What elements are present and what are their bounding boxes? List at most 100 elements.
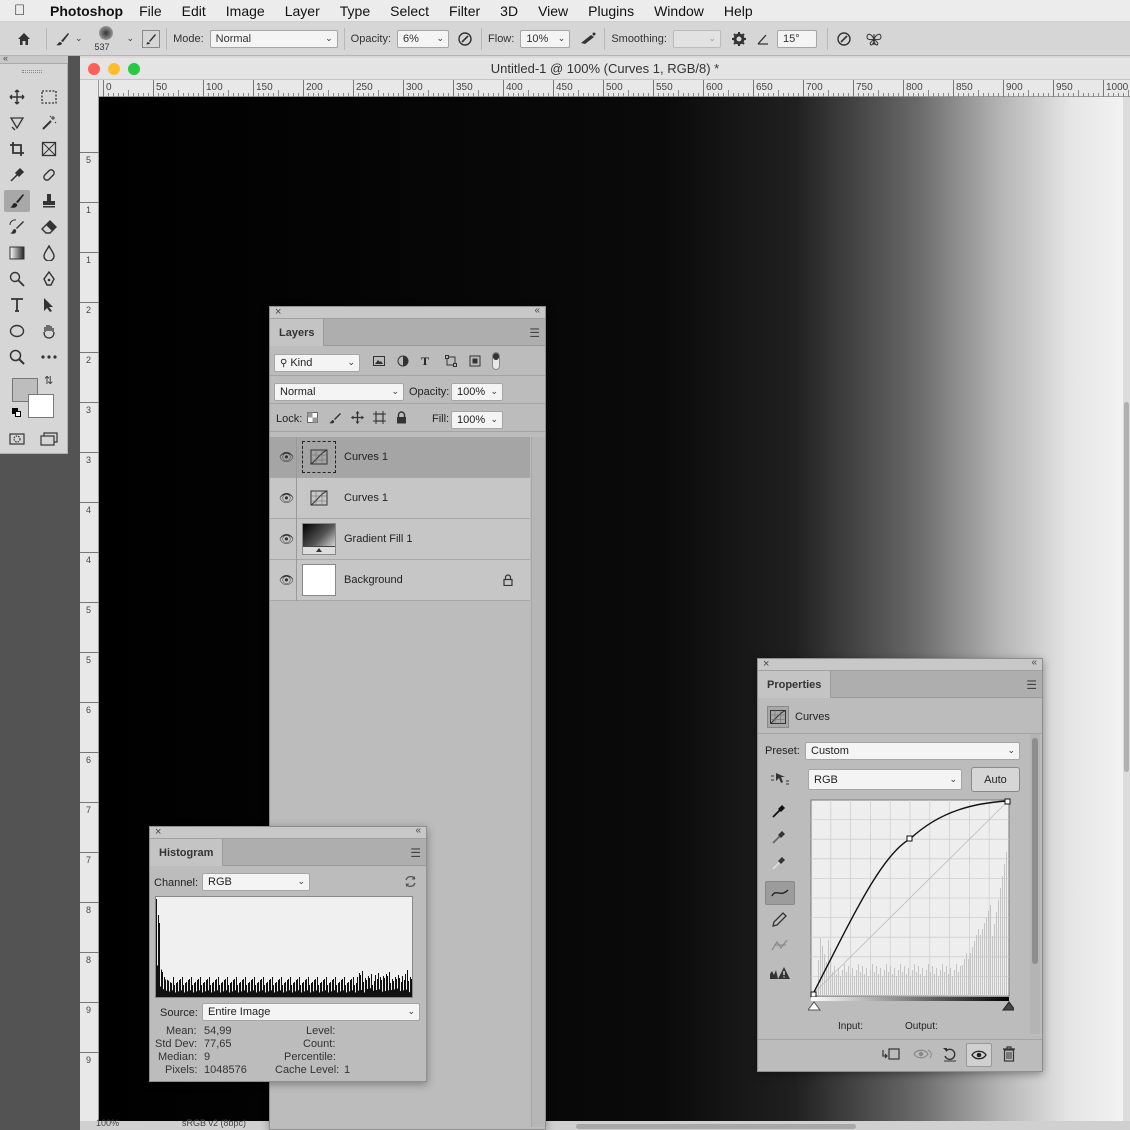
hand-tool-icon[interactable] — [36, 320, 62, 342]
layer-list-scrollbar[interactable] — [531, 437, 545, 1127]
gradient-tool-icon[interactable] — [4, 242, 30, 264]
lock-artboard-icon[interactable] — [373, 411, 386, 427]
menu-3d[interactable]: 3D — [500, 3, 518, 19]
layer-fill-field[interactable]: 100% ⌄ — [451, 411, 503, 429]
chevron-down-icon[interactable]: ⌄ — [75, 33, 83, 44]
dodge-tool-icon[interactable] — [4, 268, 30, 290]
panel-menu-icon[interactable]: ☰ — [1026, 678, 1037, 692]
menu-filter[interactable]: Filter — [449, 3, 480, 19]
edit-points-curve-icon[interactable] — [765, 881, 795, 905]
on-image-adjust-icon[interactable] — [770, 771, 790, 790]
type-layer-filter-icon[interactable]: T — [421, 354, 429, 369]
mode-select[interactable]: Normal ⌄ — [209, 29, 338, 48]
curves-graph[interactable] — [808, 798, 1014, 1016]
collapse-icon[interactable]: « — [534, 305, 540, 316]
histogram-panel-header[interactable]: × « — [150, 825, 426, 839]
adjustment-layer-filter-icon[interactable] — [397, 355, 409, 370]
eyedropper-tool-icon[interactable] — [4, 164, 30, 186]
close-icon[interactable]: × — [275, 306, 281, 318]
eye-icon[interactable]: 👁 — [279, 491, 294, 505]
menu-window[interactable]: Window — [654, 3, 704, 19]
stamp-tool-icon[interactable] — [36, 190, 62, 212]
lock-icon[interactable] — [503, 574, 513, 589]
menu-edit[interactable]: Edit — [182, 3, 206, 19]
crop-tool-icon[interactable] — [4, 138, 30, 160]
shape-layer-filter-icon[interactable] — [445, 355, 457, 370]
layers-panel-header[interactable]: × « — [270, 305, 545, 319]
ruler-vertical[interactable]: 5 1 1 2 2 3 3 4 4 5 5 6 6 7 7 8 8 9 9 — [80, 80, 99, 1130]
marquee-tool-icon[interactable] — [36, 86, 62, 108]
curves-preset-select[interactable]: Custom ⌄ — [805, 742, 1020, 760]
histogram-source-select[interactable]: Entire Image ⌄ — [202, 1003, 420, 1021]
view-previous-state-icon[interactable] — [912, 1047, 932, 1064]
home-icon[interactable] — [14, 29, 34, 49]
tab-histogram[interactable]: Histogram — [150, 839, 224, 866]
lock-transparent-icon[interactable] — [307, 412, 318, 426]
more-tools-icon[interactable] — [36, 346, 62, 368]
airbrush-icon[interactable] — [578, 29, 598, 49]
blur-tool-icon[interactable] — [36, 242, 62, 264]
toggle-visibility-eye-icon[interactable] — [966, 1043, 992, 1067]
layer-kind-filter[interactable]: ⚲ Kind ⌄ — [274, 354, 360, 372]
clip-to-layer-icon[interactable] — [882, 1047, 900, 1064]
healing-brush-icon[interactable] — [36, 164, 62, 186]
default-colors-icon[interactable] — [12, 408, 22, 418]
tools-panel-header[interactable]: « — [0, 53, 68, 64]
menu-layer[interactable]: Layer — [285, 3, 320, 19]
pressure-size-icon[interactable] — [834, 29, 854, 49]
gray-point-eyedropper-icon[interactable] — [771, 829, 787, 848]
move-tool-icon[interactable] — [4, 86, 30, 108]
pen-tool-icon[interactable] — [36, 268, 62, 290]
menu-file[interactable]: File — [139, 3, 162, 19]
quick-mask-icon[interactable] — [4, 428, 30, 450]
canvas-vertical-scrollbar[interactable] — [1123, 97, 1130, 1121]
chevron-down-icon[interactable]: ⌄ — [127, 33, 135, 44]
lock-pixels-icon[interactable] — [329, 412, 341, 427]
zoom-level[interactable]: 100% — [96, 1118, 119, 1128]
refresh-icon[interactable] — [404, 875, 417, 891]
flow-field[interactable]: 10% ⌄ — [520, 29, 571, 48]
tab-properties[interactable]: Properties — [758, 671, 832, 698]
black-point-eyedropper-icon[interactable] — [771, 803, 787, 822]
properties-panel-header[interactable]: × « — [758, 657, 1042, 671]
symmetry-butterfly-icon[interactable] — [864, 29, 884, 49]
layer-opacity-field[interactable]: 100% ⌄ — [451, 383, 503, 401]
frame-tool-icon[interactable] — [36, 138, 62, 160]
filter-toggle-switch[interactable] — [492, 352, 500, 370]
gear-icon[interactable] — [729, 29, 749, 49]
pixel-layer-filter-icon[interactable] — [373, 355, 385, 370]
ruler-horizontal[interactable]: 0 50 100 150 200 250 300 350 400 450 500 550 600 650 7… — [99, 80, 1130, 97]
smoothing-field[interactable]: ⌄ — [672, 29, 721, 48]
blend-mode-select[interactable]: Normal ⌄ — [274, 383, 404, 401]
layer-row[interactable]: 👁 Curves 1 — [270, 437, 530, 478]
histogram-channel-select[interactable]: RGB ⌄ — [202, 873, 310, 891]
eraser-tool-icon[interactable] — [36, 216, 62, 238]
pencil-draw-icon[interactable] — [771, 912, 787, 931]
auto-button[interactable]: Auto — [971, 767, 1020, 792]
reset-icon[interactable] — [942, 1046, 958, 1065]
apple-icon[interactable]:  — [14, 2, 36, 19]
panel-menu-icon[interactable]: ☰ — [529, 326, 540, 340]
lasso-tool-icon[interactable] — [4, 112, 30, 134]
panel-menu-icon[interactable]: ☰ — [410, 846, 421, 860]
clipping-warning-icon[interactable] — [769, 966, 791, 983]
menu-help[interactable]: Help — [724, 3, 753, 19]
brush-settings-icon[interactable] — [142, 29, 161, 48]
brush-preset-picker[interactable]: 537 — [93, 24, 127, 54]
smart-object-filter-icon[interactable] — [469, 355, 481, 370]
menu-view[interactable]: View — [538, 3, 568, 19]
collapse-icon[interactable]: « — [415, 825, 421, 836]
eye-icon[interactable]: 👁 — [279, 450, 294, 464]
document-title-bar[interactable]: Untitled-1 @ 100% (Curves 1, RGB/8) * — [80, 58, 1130, 80]
menu-select[interactable]: Select — [390, 3, 429, 19]
background-color-swatch[interactable] — [28, 394, 54, 418]
layer-row[interactable]: 👁 Background — [270, 560, 530, 601]
menu-image[interactable]: Image — [226, 3, 265, 19]
layer-row[interactable]: 👁 Curves 1 — [270, 478, 530, 519]
double-chevron-icon[interactable]: « — [3, 53, 8, 63]
brush-tool-icon[interactable] — [4, 190, 30, 212]
lock-position-icon[interactable] — [351, 411, 364, 427]
close-icon[interactable]: × — [763, 658, 769, 670]
layer-row[interactable]: 👁 Gradient Fill 1 — [270, 519, 530, 560]
tab-layers[interactable]: Layers — [270, 319, 325, 346]
